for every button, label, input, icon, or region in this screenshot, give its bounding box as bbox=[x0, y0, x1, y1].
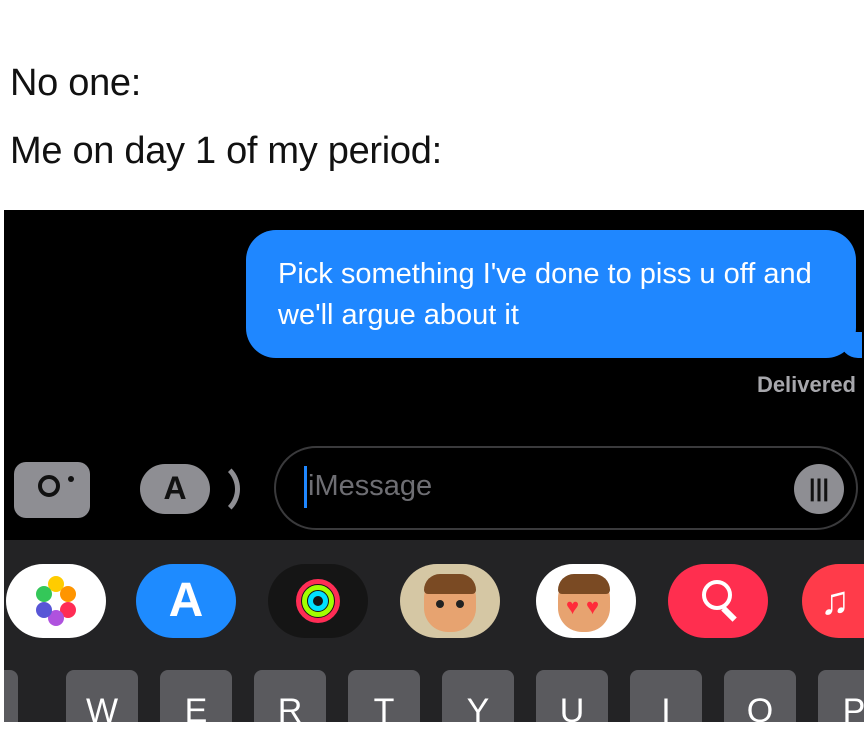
heart-eye-icon: ♥ bbox=[586, 594, 600, 619]
app-store-icon[interactable]: A bbox=[140, 464, 210, 514]
key-r[interactable]: R bbox=[254, 670, 326, 722]
delivery-status: Delivered bbox=[756, 372, 856, 397]
message-input[interactable]: iMessage ||| bbox=[274, 446, 858, 530]
app-store-glyph: A bbox=[163, 470, 187, 506]
key-e[interactable]: E bbox=[160, 670, 232, 722]
apps-arc-icon bbox=[210, 460, 240, 518]
bubble-tail bbox=[840, 332, 862, 358]
message-placeholder: iMessage bbox=[308, 470, 433, 502]
memoji-face bbox=[424, 574, 476, 632]
key-p[interactable]: P bbox=[818, 670, 864, 722]
messages-screenshot: Pick something I've done to piss u off a… bbox=[4, 210, 864, 722]
heart-eye-icon: ♥ bbox=[566, 594, 580, 619]
app-drawer: A ♥ ♥ ♫ W E R T Y U I O P bbox=[4, 540, 864, 722]
memoji-app-icon[interactable] bbox=[400, 564, 500, 638]
image-search-app-icon[interactable] bbox=[668, 564, 768, 638]
memoji-eye bbox=[456, 600, 464, 608]
key-w[interactable]: W bbox=[66, 670, 138, 722]
magnifier-handle bbox=[721, 606, 737, 622]
photos-petal bbox=[36, 602, 52, 618]
message-text: Pick something I've done to piss u off a… bbox=[278, 258, 812, 331]
camera-lens bbox=[38, 475, 60, 497]
sticker-hair bbox=[558, 574, 610, 594]
camera-icon[interactable] bbox=[14, 462, 90, 518]
sent-message-bubble[interactable]: Pick something I've done to piss u off a… bbox=[246, 230, 862, 358]
app-drawer-row: A ♥ ♥ ♫ bbox=[4, 564, 864, 644]
photos-petal bbox=[60, 586, 76, 602]
text-cursor bbox=[304, 466, 307, 508]
memoji-hair bbox=[424, 574, 476, 594]
stand-ring bbox=[308, 591, 328, 611]
camera-flash-dot bbox=[68, 476, 74, 482]
memoji-eye bbox=[436, 600, 444, 608]
audio-waveform-icon[interactable]: ||| bbox=[794, 464, 844, 514]
key-o[interactable]: O bbox=[724, 670, 796, 722]
caption-line-1: No one: bbox=[10, 62, 141, 104]
photos-petal bbox=[36, 586, 52, 602]
caption-line-2: Me on day 1 of my period: bbox=[10, 130, 442, 172]
compose-bar: A iMessage ||| bbox=[4, 442, 864, 530]
photos-app-icon[interactable] bbox=[6, 564, 106, 638]
memoji-stickers-app-icon[interactable]: ♥ ♥ bbox=[536, 564, 636, 638]
keyboard-row: Q W E R T Y U I O P bbox=[4, 670, 864, 722]
key-q[interactable]: Q bbox=[4, 670, 18, 722]
activity-app-icon[interactable] bbox=[268, 564, 368, 638]
key-i[interactable]: I bbox=[630, 670, 702, 722]
key-u[interactable]: U bbox=[536, 670, 608, 722]
key-y[interactable]: Y bbox=[442, 670, 514, 722]
bottom-crop-edge bbox=[0, 722, 864, 750]
app-store-app-icon[interactable]: A bbox=[136, 564, 236, 638]
key-t[interactable]: T bbox=[348, 670, 420, 722]
magnifier-glass bbox=[702, 580, 732, 610]
music-app-icon[interactable]: ♫ bbox=[802, 564, 864, 638]
